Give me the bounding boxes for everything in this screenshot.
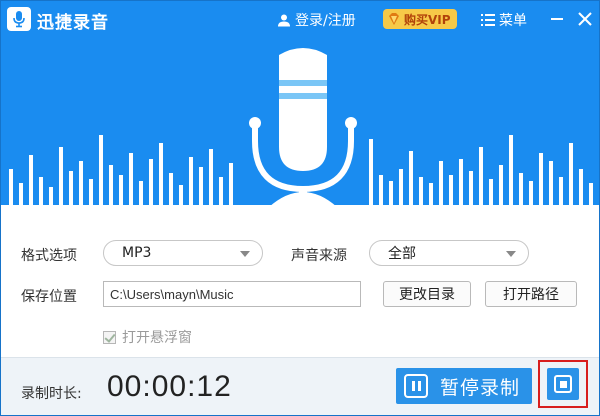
pause-recording-label: 暂停录制 (440, 376, 521, 399)
waveform-bar (49, 187, 53, 205)
format-select-value: MP3 (122, 245, 152, 261)
change-directory-button[interactable]: 更改目录 (383, 281, 471, 307)
waveform-microphone-graphic (1, 48, 599, 227)
waveform-bar (159, 143, 163, 205)
pause-recording-button[interactable]: 暂停录制 (396, 368, 532, 404)
duration-label: 录制时长: (21, 386, 82, 402)
pause-icon (404, 374, 428, 398)
waveform-bar (59, 147, 63, 205)
microphone-icon (249, 48, 357, 207)
waveform-bar (539, 153, 543, 205)
waveform-bar (199, 167, 203, 205)
waveform-baseline (1, 205, 599, 227)
waveform-bar (479, 147, 483, 205)
waveform-bar (569, 143, 573, 205)
buy-vip-button[interactable]: 购买VIP (383, 9, 457, 29)
waveform-bar (79, 161, 83, 205)
waveform-bar (9, 169, 13, 205)
waveform-bar (499, 165, 503, 205)
float-window-label: 打开悬浮窗 (122, 330, 192, 346)
waveform-bar (429, 183, 433, 205)
waveform-bar (19, 183, 23, 205)
chevron-down-icon (506, 251, 516, 257)
login-register-link[interactable]: 登录/注册 (277, 10, 356, 30)
waveform-bar (579, 169, 583, 205)
vip-gem-icon (389, 13, 399, 25)
waveform-bar (529, 181, 533, 205)
menu-icon (481, 14, 495, 26)
waveform-bar (179, 185, 183, 205)
recorder-window: 迅捷录音 登录/注册 购买VIP 菜单 格式选项 MP3 声音来源 全部 保存位… (0, 0, 600, 416)
waveform-bar (119, 175, 123, 205)
waveform-bar (379, 175, 383, 205)
recording-bar: 录制时长: 00:00:12 暂停录制 (1, 357, 599, 415)
waveform-bar (409, 151, 413, 205)
waveform-bar (399, 169, 403, 205)
login-register-label: 登录/注册 (295, 13, 356, 29)
settings-panel: 格式选项 MP3 声音来源 全部 保存位置 C:\Users\mayn\Musi… (1, 227, 599, 357)
waveform-bar (29, 155, 33, 205)
waveform-bar (69, 171, 73, 205)
close-icon[interactable] (575, 9, 595, 29)
title-bar: 迅捷录音 登录/注册 购买VIP 菜单 (1, 1, 599, 37)
menu-label: 菜单 (499, 13, 527, 29)
buy-vip-label: 购买VIP (404, 12, 451, 27)
stop-icon (554, 375, 572, 393)
waveform-bar (109, 165, 113, 205)
save-path-field[interactable]: C:\Users\mayn\Music (103, 281, 361, 307)
waveform-bar (169, 173, 173, 205)
waveform-bar (589, 183, 593, 205)
menu-button[interactable]: 菜单 (481, 10, 527, 30)
waveform-bar (39, 177, 43, 205)
waveform-bar (139, 181, 143, 205)
app-title: 迅捷录音 (37, 13, 109, 33)
waveform-bar (449, 175, 453, 205)
waveform-bar (229, 163, 233, 205)
waveform-bar (99, 135, 103, 205)
format-select[interactable]: MP3 (103, 240, 263, 266)
stop-recording-button[interactable] (547, 368, 579, 400)
waveform-bar (519, 173, 523, 205)
source-select[interactable]: 全部 (369, 240, 529, 266)
minimize-icon[interactable] (547, 9, 567, 29)
stop-button-highlight (538, 360, 588, 408)
waveform-bar (469, 171, 473, 205)
duration-timer: 00:00:12 (107, 370, 232, 403)
waveform-bar (459, 159, 463, 205)
float-window-checkbox[interactable]: 打开悬浮窗 (103, 327, 192, 347)
waveform-bar (439, 161, 443, 205)
waveform-bar (559, 177, 563, 205)
waveform-bar (219, 177, 223, 205)
open-path-button[interactable]: 打开路径 (485, 281, 577, 307)
microphone-logo-icon (7, 7, 31, 31)
checkbox-icon (103, 330, 116, 344)
chevron-down-icon (240, 251, 250, 257)
header-area: 迅捷录音 登录/注册 购买VIP 菜单 (1, 1, 599, 227)
waveform-bar (369, 139, 373, 205)
waveform-bar (389, 181, 393, 205)
waveform-bar (189, 157, 193, 205)
source-label: 声音来源 (291, 248, 347, 264)
save-location-label: 保存位置 (21, 289, 77, 305)
waveform-bar (209, 149, 213, 205)
waveform-bar (549, 161, 553, 205)
waveform-bar (419, 177, 423, 205)
waveform-bar (89, 179, 93, 205)
user-icon (278, 14, 290, 27)
source-select-value: 全部 (388, 246, 416, 262)
waveform-bar (489, 179, 493, 205)
waveform-bar (509, 135, 513, 205)
waveform-bar (129, 153, 133, 205)
format-label: 格式选项 (21, 248, 77, 264)
waveform-bar (149, 159, 153, 205)
